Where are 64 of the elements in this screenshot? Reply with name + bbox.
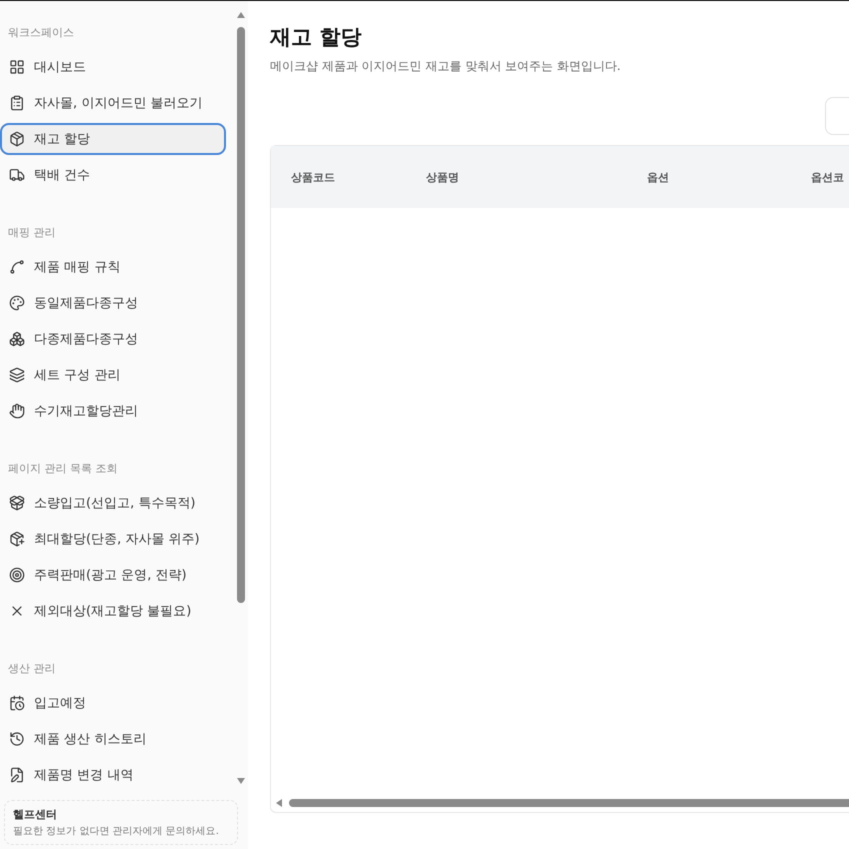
file-pen-icon: [9, 767, 25, 783]
sidebar-item-label: 택배 건수: [34, 167, 90, 184]
sidebar-item[interactable]: 입고예정: [0, 687, 226, 719]
sidebar-item[interactable]: 다종제품다종구성: [0, 323, 226, 355]
sidebar-item[interactable]: 최대할당(단종, 자사몰 위주): [0, 523, 226, 555]
section-heading: 워크스페이스: [7, 25, 75, 41]
sidebar-item-label: 동일제품다종구성: [34, 295, 138, 312]
sidebar-item[interactable]: 제품명 변경 내역: [0, 759, 226, 791]
clipboard-icon: [9, 95, 25, 111]
scrollbar-thumb[interactable]: [289, 799, 849, 807]
box-plus-icon: [9, 531, 25, 547]
sidebar-item[interactable]: 동일제품다종구성: [0, 287, 226, 319]
hand-icon: [9, 403, 25, 419]
sidebar-item[interactable]: 제품 생산 히스토리: [0, 723, 226, 755]
sidebar-item-label: 세트 구성 관리: [34, 367, 120, 384]
sidebar-item[interactable]: 세트 구성 관리: [0, 359, 226, 391]
column-header: 상품코드: [291, 170, 336, 184]
scroll-left-icon[interactable]: [275, 798, 283, 808]
page-title: 재고 할당: [270, 24, 362, 51]
sidebar-item[interactable]: 제품 매핑 규칙: [0, 251, 226, 283]
sidebar-item-label: 제품 매핑 규칙: [34, 259, 120, 276]
help-title: 헬프센터: [13, 807, 58, 822]
sidebar-item-label: 제외대상(재고할당 불필요): [34, 603, 192, 620]
sidebar-item-label: 소량입고(선입고, 특수목적): [34, 495, 196, 512]
box-icon: [9, 131, 25, 147]
palette-icon: [9, 295, 25, 311]
sidebar-item-label: 다종제품다종구성: [34, 331, 138, 348]
page-subtitle: 메이크샵 제품과 이지어드민 재고를 맞춰서 보여주는 화면입니다.: [270, 58, 622, 75]
sidebar-item-label: 재고 할당: [34, 131, 90, 148]
scrollbar-thumb[interactable]: [237, 27, 245, 603]
boxes-icon: [9, 331, 25, 347]
sidebar-item-label: 자사몰, 이지어드민 불러오기: [34, 95, 202, 112]
sidebar-item-label: 제품 생산 히스토리: [34, 731, 146, 748]
sidebar-item[interactable]: 재고 할당: [0, 123, 226, 155]
sidebar-item[interactable]: 택배 건수: [0, 159, 226, 191]
sidebar-item-label: 수기재고할당관리: [34, 403, 138, 420]
column-header: 옵션: [647, 170, 670, 184]
column-header: 상품명: [426, 170, 460, 184]
truck-icon: [9, 167, 25, 183]
calendar-clock-icon: [9, 695, 25, 711]
section-heading: 페이지 관리 목록 조회: [7, 461, 118, 477]
layers-icon: [9, 367, 25, 383]
grid-icon: [9, 59, 25, 75]
section-heading: 매핑 관리: [7, 225, 56, 241]
sidebar-item[interactable]: 소량입고(선입고, 특수목적): [0, 487, 226, 519]
sidebar-item[interactable]: 제외대상(재고할당 불필요): [0, 595, 226, 627]
sidebar-item-label: 입고예정: [34, 695, 86, 712]
section-heading: 생산 관리: [7, 661, 56, 677]
sidebar-item[interactable]: 자사몰, 이지어드민 불러오기: [0, 87, 226, 119]
sidebar-item-label: 최대할당(단종, 자사몰 위주): [34, 531, 200, 548]
sidebar-item-label: 제품명 변경 내역: [34, 767, 134, 784]
sidebar-item-label: 대시보드: [34, 59, 86, 76]
sidebar-item[interactable]: 대시보드: [0, 51, 226, 83]
branch-icon: [9, 259, 25, 275]
sidebar-item-label: 주력판매(광고 운영, 전략): [34, 567, 187, 584]
scroll-up-icon[interactable]: [236, 11, 246, 19]
history-icon: [9, 731, 25, 747]
sidebar-item[interactable]: 주력판매(광고 운영, 전략): [0, 559, 226, 591]
scroll-down-icon[interactable]: [236, 777, 246, 785]
column-header: 옵션코: [811, 170, 845, 184]
target-icon: [9, 567, 25, 583]
help-text: 필요한 정보가 없다면 관리자에게 문의하세요.: [13, 825, 220, 838]
open-box-icon: [9, 495, 25, 511]
sidebar-item[interactable]: 수기재고할당관리: [0, 395, 226, 427]
